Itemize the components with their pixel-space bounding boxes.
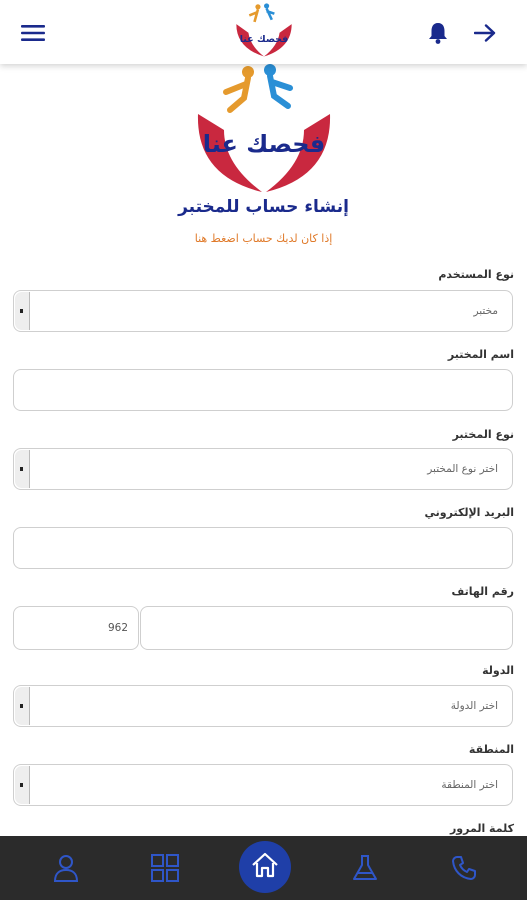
email-label: البريد الإلكتروني xyxy=(424,506,514,519)
password-label: كلمة المرور xyxy=(449,822,514,835)
hamburger-icon[interactable] xyxy=(18,18,48,48)
select-handle xyxy=(15,766,30,804)
country-select[interactable]: اختر الدولة xyxy=(13,685,513,727)
home-button[interactable] xyxy=(239,841,291,893)
region-placeholder: اختر المنطقة xyxy=(441,779,498,791)
user-type-label: نوع المستخدم xyxy=(438,268,514,281)
lab-name-label: اسم المختبر xyxy=(447,348,514,361)
lab-type-label: نوع المختبر xyxy=(452,428,514,441)
svg-text:فحصك عنا: فحصك عنا xyxy=(240,34,289,45)
phone-code-input[interactable]: 962 xyxy=(13,606,139,650)
home-icon xyxy=(251,852,279,882)
app-logo: فحصك عنا xyxy=(190,64,338,196)
phone-code-value: 962 xyxy=(107,622,128,634)
app-logo-small: فحصك عنا xyxy=(232,2,296,60)
lab-type-select[interactable]: اختر نوع المختبر xyxy=(13,448,513,490)
signup-form-area: فحصك عنا إنشاء حساب للمختبر إذا كان لديك… xyxy=(0,64,527,836)
region-select[interactable]: اختر المنطقة xyxy=(13,764,513,806)
phone-number-input[interactable] xyxy=(140,606,513,650)
login-link[interactable]: إذا كان لديك حساب اضغط هنا xyxy=(0,232,527,245)
flask-icon[interactable] xyxy=(347,850,383,886)
arrow-right-icon[interactable] xyxy=(470,18,500,48)
email-input[interactable] xyxy=(13,527,513,569)
lab-type-placeholder: اختر نوع المختبر xyxy=(427,463,498,475)
country-label: الدولة xyxy=(482,664,514,677)
phone-label: رقم الهاتف xyxy=(451,585,514,598)
bottom-nav xyxy=(0,836,527,900)
page-title: إنشاء حساب للمختبر xyxy=(178,197,349,217)
country-placeholder: اختر الدولة xyxy=(450,700,498,712)
user-type-select[interactable]: مختبر xyxy=(13,290,513,332)
select-handle xyxy=(15,292,30,330)
user-icon[interactable] xyxy=(48,850,84,886)
region-label: المنطقة xyxy=(468,743,514,756)
lab-name-input[interactable] xyxy=(13,369,513,411)
bell-icon[interactable] xyxy=(423,18,453,48)
grid-icon[interactable] xyxy=(147,850,183,886)
select-handle xyxy=(15,450,30,488)
phone-icon[interactable] xyxy=(446,850,482,886)
top-app-bar: فحصك عنا xyxy=(0,0,527,64)
svg-text:فحصك عنا: فحصك عنا xyxy=(203,130,326,158)
user-type-value: مختبر xyxy=(473,305,498,317)
select-handle xyxy=(15,687,30,725)
